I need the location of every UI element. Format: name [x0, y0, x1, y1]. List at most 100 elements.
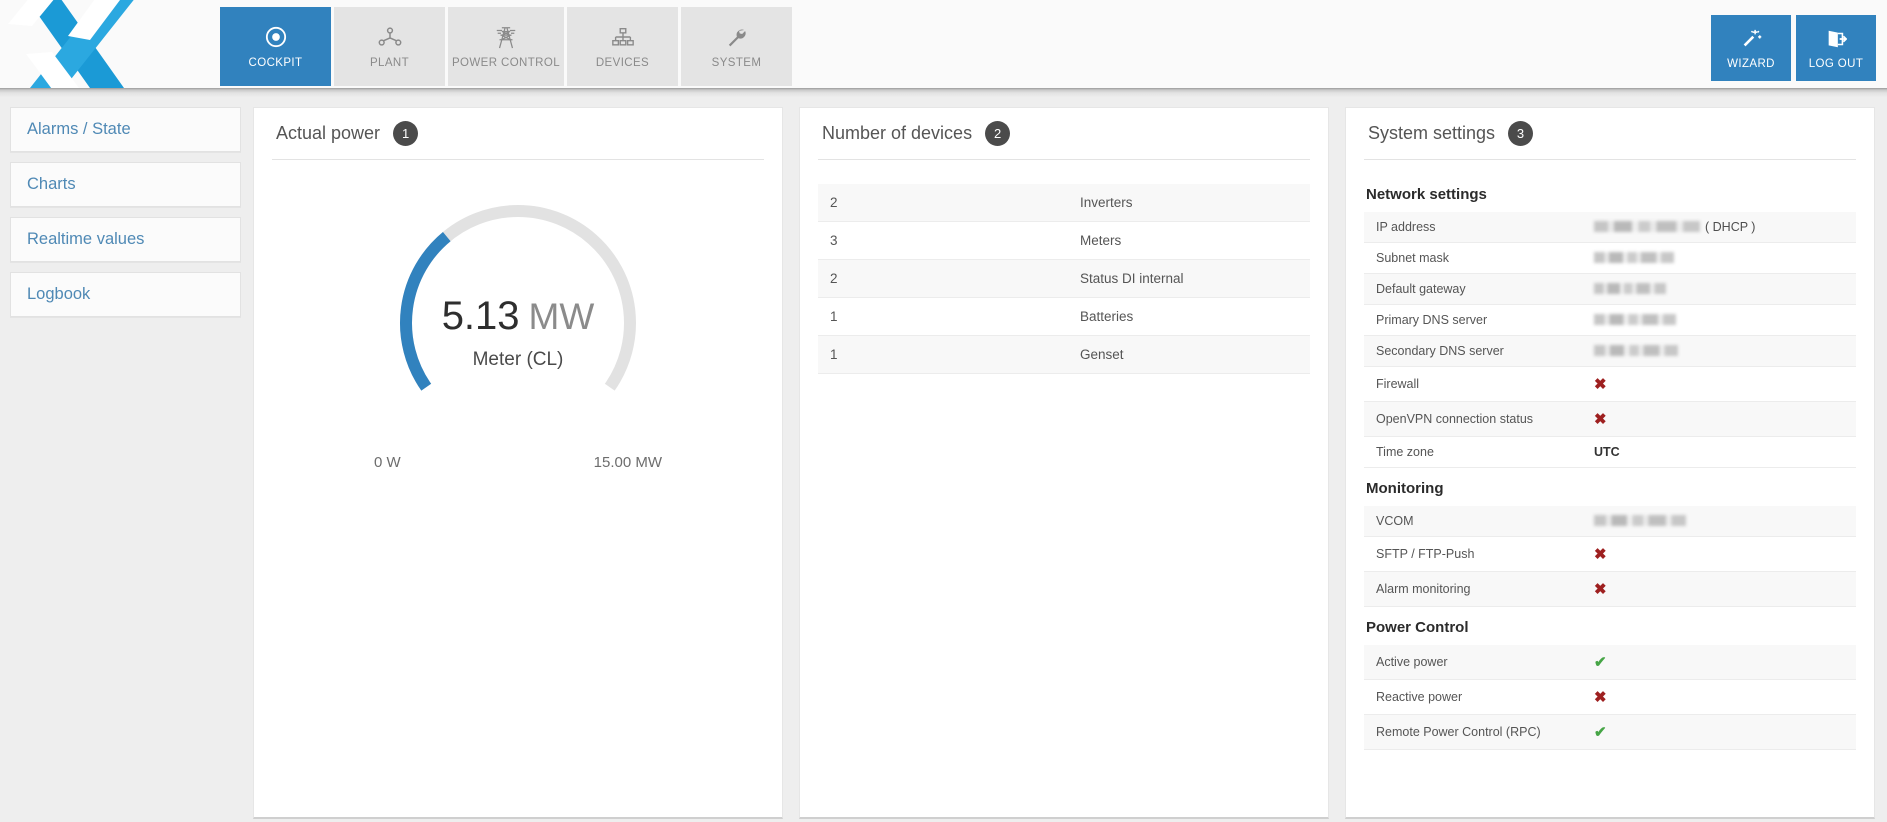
table-row: Time zone UTC [1364, 436, 1856, 468]
device-count: 1 [830, 309, 838, 324]
sidebar-item-charts[interactable]: Charts [10, 162, 241, 207]
setting-label: Active power [1376, 655, 1448, 669]
settings-table: VCOM SFTP / FTP-Push ✖ Alarm monitoring ✖ [1364, 506, 1856, 607]
table-row: Secondary DNS server [1364, 335, 1856, 367]
tab-power-control[interactable]: POWER CONTROL [448, 7, 564, 86]
cross-icon: ✖ [1594, 411, 1607, 428]
status-badge-disabled: ✖ [1582, 572, 1856, 607]
check-icon: ✔ [1594, 724, 1607, 741]
panel-system-settings-header: System settings 3 [1364, 108, 1856, 160]
cross-icon: ✖ [1594, 376, 1607, 393]
gauge-scale-min: 0 W [374, 454, 401, 471]
sidebar-item-label: Realtime values [27, 230, 145, 248]
header-spacer [792, 0, 1711, 88]
status-badge-disabled: ✖ [1582, 402, 1856, 437]
setting-value-suffix: ( DHCP ) [1705, 220, 1756, 234]
setting-label: Secondary DNS server [1376, 344, 1504, 358]
table-row: 3 Meters [818, 221, 1310, 260]
redacted-value [1594, 314, 1676, 325]
redacted-value [1594, 221, 1700, 232]
sidebar-item-logbook[interactable]: Logbook [10, 272, 241, 317]
header-action-buttons: WIZARD LOG OUT [1711, 0, 1887, 81]
system-settings-content: Network settings IP address ( DHCP ) Subnet… [1364, 160, 1856, 750]
status-badge-disabled: ✖ [1582, 537, 1856, 572]
panel-title: Actual power [276, 123, 381, 143]
logout-button[interactable]: LOG OUT [1796, 15, 1876, 81]
table-row: Active power ✔ [1364, 645, 1856, 680]
device-name: Genset [1080, 347, 1124, 362]
gauge-value-line: 5.13 MW [368, 294, 668, 339]
tab-cockpit[interactable]: COCKPIT [220, 7, 331, 86]
setting-label: OpenVPN connection status [1376, 412, 1534, 426]
power-pylon-icon [494, 24, 518, 50]
gauge-scale: 0 W 15.00 MW [368, 454, 668, 471]
device-count: 1 [830, 347, 838, 362]
app-header: COCKPIT PLANT POWER CONTROL DEVICES SYST… [0, 0, 1887, 88]
tab-devices[interactable]: DEVICES [567, 7, 678, 86]
panel-number-of-devices: Number of devices 2 2 Inverters 3 Meters 2 St… [799, 107, 1329, 819]
redacted-value [1594, 252, 1674, 263]
tab-plant-label: PLANT [369, 57, 410, 69]
redacted-value [1594, 345, 1678, 356]
tab-system[interactable]: SYSTEM [681, 7, 792, 86]
panel-badge: 2 [985, 121, 1011, 146]
sidebar-item-alarms-state[interactable]: Alarms / State [10, 107, 241, 152]
table-row: Default gateway [1364, 273, 1856, 305]
setting-label: Alarm monitoring [1376, 582, 1471, 596]
tab-devices-label: DEVICES [595, 57, 650, 69]
table-row: Reactive power ✖ [1364, 679, 1856, 715]
settings-table: IP address ( DHCP ) Subnet mask Default gat… [1364, 212, 1856, 468]
settings-group-title: Monitoring [1366, 480, 1444, 497]
tab-cockpit-label: COCKPIT [248, 57, 303, 69]
status-badge-disabled: ✖ [1582, 680, 1856, 715]
gauge-scale-max: 15.00 MW [593, 454, 662, 471]
magic-wand-icon [1740, 27, 1762, 51]
setting-label: Subnet mask [1376, 251, 1449, 265]
plant-network-icon [378, 24, 402, 50]
device-count: 3 [830, 233, 838, 248]
setting-label: SFTP / FTP-Push [1376, 547, 1475, 561]
cross-icon: ✖ [1594, 546, 1607, 563]
table-row: Alarm monitoring ✖ [1364, 571, 1856, 607]
table-row: Remote Power Control (RPC) ✔ [1364, 714, 1856, 750]
page-body: Alarms / State Charts Realtime values Lo… [0, 97, 1887, 822]
main-navigation-tabs: COCKPIT PLANT POWER CONTROL DEVICES SYST… [220, 0, 792, 88]
setting-value-masked [1582, 336, 1856, 367]
panel-actual-power: Actual power 1 5.13 MW Meter (CL) 0 W 15… [253, 107, 783, 819]
setting-value: UTC [1582, 437, 1856, 468]
setting-value-masked [1582, 274, 1856, 305]
table-row: SFTP / FTP-Push ✖ [1364, 536, 1856, 572]
device-count-table: 2 Inverters 3 Meters 2 Status DI internal 1 Bat… [818, 184, 1310, 374]
table-row: 1 Batteries [818, 297, 1310, 336]
setting-label: Default gateway [1376, 282, 1466, 296]
setting-label: Time zone [1376, 445, 1434, 459]
settings-group-title: Power Control [1366, 619, 1469, 636]
wizard-button[interactable]: WIZARD [1711, 15, 1791, 81]
tab-system-label: SYSTEM [711, 57, 762, 69]
device-name: Status DI internal [1080, 271, 1184, 286]
setting-value-masked [1582, 305, 1856, 336]
wrench-icon [725, 24, 748, 50]
device-name: Meters [1080, 233, 1122, 248]
target-icon [265, 24, 287, 50]
sidebar-item-label: Alarms / State [27, 120, 131, 138]
cross-icon: ✖ [1594, 581, 1607, 598]
wizard-label: WIZARD [1727, 57, 1775, 70]
sidebar-item-label: Logbook [27, 285, 91, 303]
device-name: Inverters [1080, 195, 1133, 210]
gauge-center-readout: 5.13 MW Meter (CL) [368, 294, 668, 371]
table-row: OpenVPN connection status ✖ [1364, 401, 1856, 437]
panel-badge: 1 [393, 121, 419, 146]
x-logo [0, 0, 220, 88]
tab-plant[interactable]: PLANT [334, 7, 445, 86]
setting-label: Primary DNS server [1376, 313, 1488, 327]
panel-devices-header: Number of devices 2 [818, 108, 1310, 160]
redacted-value [1594, 283, 1666, 294]
panel-title: System settings [1368, 123, 1496, 143]
sidebar-item-realtime-values[interactable]: Realtime values [10, 217, 241, 262]
setting-label: IP address [1376, 220, 1436, 234]
device-count: 2 [830, 195, 838, 210]
panel-badge: 3 [1508, 121, 1534, 146]
panel-system-settings: System settings 3 Network settings IP add… [1345, 107, 1875, 819]
settings-group-title: Network settings [1366, 186, 1487, 203]
